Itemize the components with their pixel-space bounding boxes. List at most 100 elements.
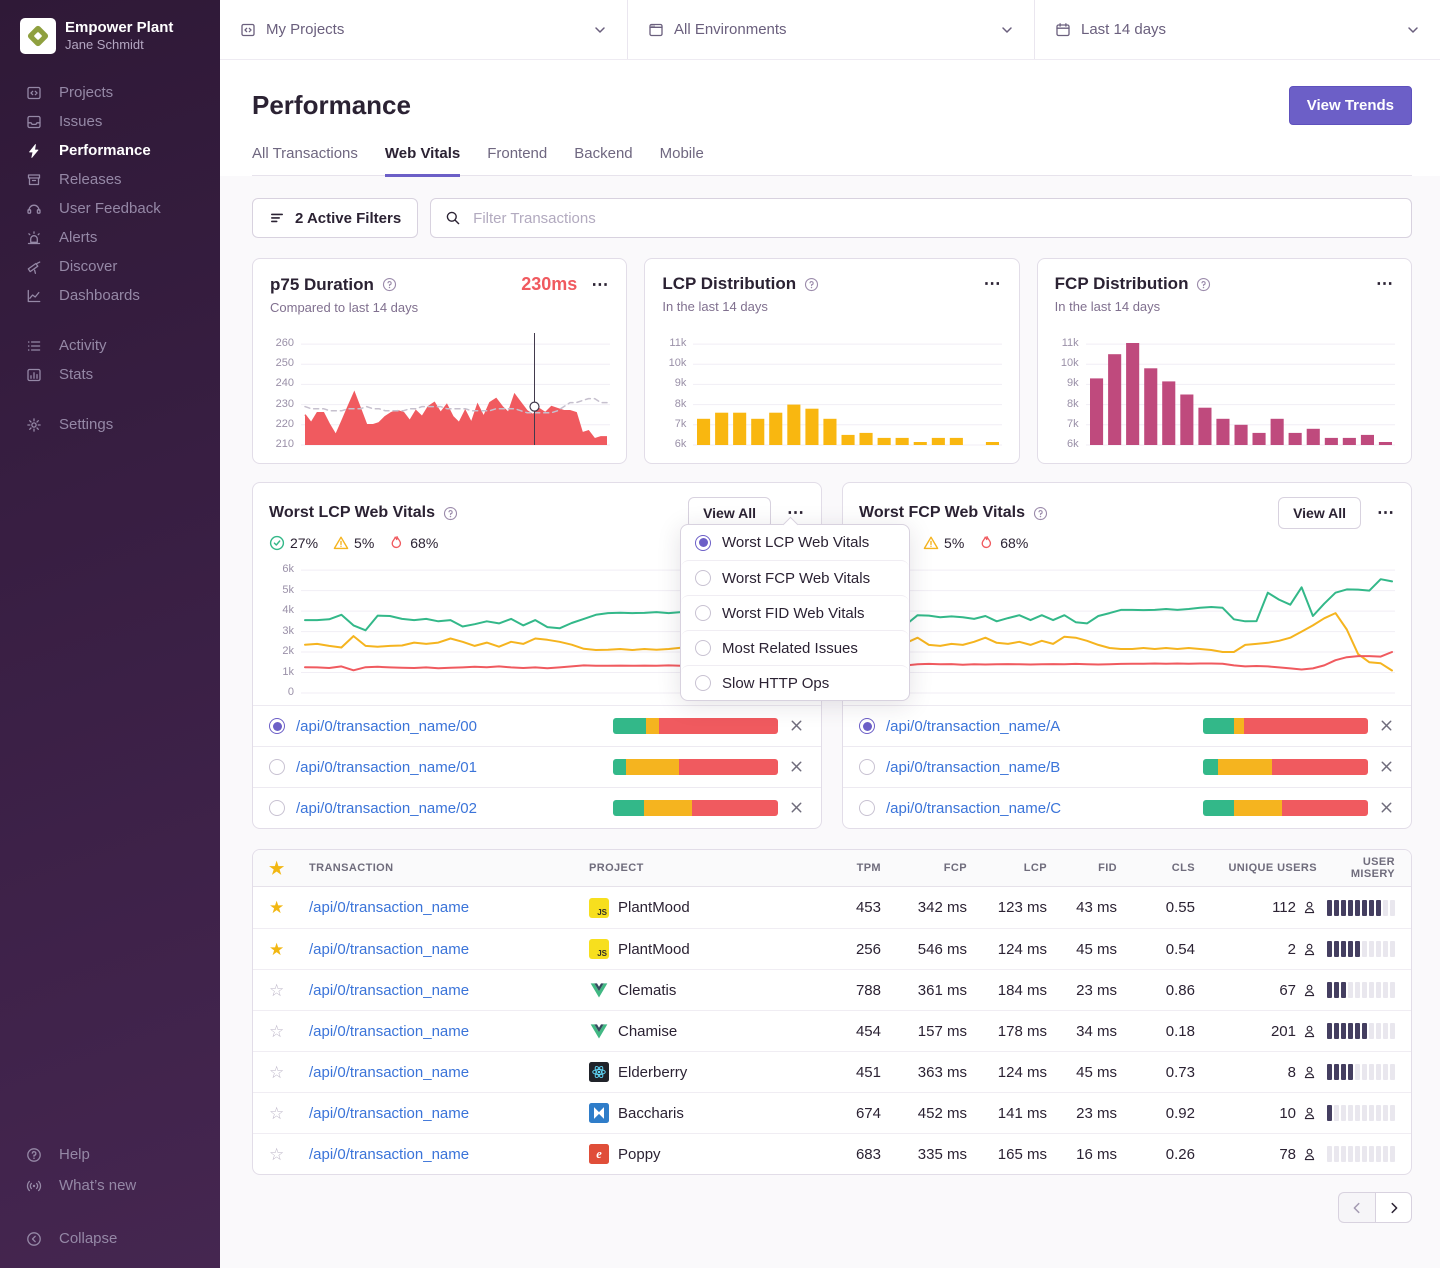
transaction-radio[interactable] <box>269 718 285 734</box>
menu-option-slow-http-ops[interactable]: Slow HTTP Ops <box>681 665 909 700</box>
tab-web-vitals[interactable]: Web Vitals <box>385 145 460 177</box>
badge-value: 27% <box>290 535 318 551</box>
sidebar-item-dashboards[interactable]: Dashboards <box>0 281 220 310</box>
tab-backend[interactable]: Backend <box>574 145 632 177</box>
sidebar-item-help[interactable]: Help <box>0 1139 220 1170</box>
menu-option-worst-fcp-web-vitals[interactable]: Worst FCP Web Vitals <box>681 560 909 595</box>
menu-option-worst-lcp-web-vitals[interactable]: Worst LCP Web Vitals <box>681 525 909 560</box>
sidebar-item-projects[interactable]: Projects <box>0 78 220 107</box>
menu-option-radio[interactable] <box>695 640 711 656</box>
star-toggle[interactable]: ★ <box>269 899 309 916</box>
close-icon[interactable] <box>1379 718 1395 734</box>
star-toggle[interactable]: ☆ <box>269 1064 309 1081</box>
close-icon[interactable] <box>789 759 805 775</box>
transaction-link[interactable]: /api/0/transaction_name/A <box>886 718 1060 735</box>
transaction-link[interactable]: /api/0/transaction_name <box>309 1146 589 1163</box>
close-icon[interactable] <box>789 718 805 734</box>
card-menu-button[interactable]: ⋯ <box>984 279 1002 289</box>
y-axis-label: 6k <box>1054 438 1079 450</box>
sidebar-collapse-button[interactable]: Collapse <box>0 1223 220 1254</box>
menu-option-radio[interactable] <box>695 605 711 621</box>
tab-all-transactions[interactable]: All Transactions <box>252 145 358 177</box>
environment-selector[interactable]: All Environments <box>628 0 1035 59</box>
transaction-link[interactable]: /api/0/transaction_name <box>309 1105 589 1122</box>
card-menu-button[interactable]: ⋯ <box>1376 279 1394 289</box>
project-cell: Clematis <box>589 980 815 1000</box>
help-circle-icon[interactable] <box>443 506 458 521</box>
star-toggle[interactable]: ☆ <box>269 1105 309 1122</box>
close-icon[interactable] <box>789 800 805 816</box>
transaction-link[interactable]: /api/0/transaction_name <box>309 1023 589 1040</box>
menu-option-radio[interactable] <box>695 675 711 691</box>
menu-option-worst-fid-web-vitals[interactable]: Worst FID Web Vitals <box>681 595 909 630</box>
table-row: ★ /api/0/transaction_name JSPlantMood 25… <box>253 928 1411 969</box>
card-menu-button[interactable]: ⋯ <box>591 280 609 290</box>
sidebar-item-settings[interactable]: Settings <box>0 410 220 439</box>
sidebar-item-activity[interactable]: Activity <box>0 331 220 360</box>
star-toggle[interactable]: ☆ <box>269 982 309 999</box>
y-axis-label: 230 <box>269 398 294 410</box>
sidebar-item-user-feedback[interactable]: User Feedback <box>0 194 220 223</box>
fcp-distribution-chartbox: 11k10k9k8k7k6k <box>1054 333 1395 451</box>
active-filters-button[interactable]: 2 Active Filters <box>252 198 418 238</box>
menu-option-radio[interactable] <box>695 570 711 586</box>
transaction-radio[interactable] <box>269 759 285 775</box>
y-axis-label: 11k <box>1054 337 1079 349</box>
star-toggle[interactable]: ☆ <box>269 1023 309 1040</box>
daterange-selector[interactable]: Last 14 days <box>1035 0 1440 59</box>
transaction-radio[interactable] <box>859 800 875 816</box>
help-circle-icon[interactable] <box>1033 506 1048 521</box>
close-icon[interactable] <box>1379 759 1395 775</box>
star-column-header-icon[interactable]: ★ <box>269 860 309 877</box>
unique-users-value: 67 <box>1279 982 1296 999</box>
transaction-radio[interactable] <box>269 800 285 816</box>
tpm-value: 454 <box>815 1023 881 1040</box>
card-menu-button[interactable]: ⋯ <box>1377 508 1395 518</box>
sidebar-item-issues[interactable]: Issues <box>0 107 220 136</box>
help-circle-icon[interactable] <box>382 277 397 292</box>
sidebar-item-performance[interactable]: Performance <box>0 136 220 165</box>
summary-cards-row: p75 Duration 230ms ⋯ Compared to last 14… <box>252 258 1412 464</box>
transaction-link[interactable]: /api/0/transaction_name <box>309 899 589 916</box>
help-circle-icon[interactable] <box>804 277 819 292</box>
tab-frontend[interactable]: Frontend <box>487 145 547 177</box>
sidebar-item-whats-new[interactable]: What’s new <box>0 1170 220 1201</box>
help-circle-icon[interactable] <box>1196 277 1211 292</box>
menu-option-radio[interactable] <box>695 535 711 551</box>
next-page-button[interactable] <box>1375 1192 1412 1223</box>
cls-value: 0.86 <box>1117 982 1195 999</box>
project-selector[interactable]: My Projects <box>220 0 628 59</box>
y-axis-label: 0 <box>269 686 294 698</box>
transaction-link[interactable]: /api/0/transaction_name/B <box>886 759 1060 776</box>
transaction-link[interactable]: /api/0/transaction_name/C <box>886 800 1061 817</box>
unique-users-cell: 2 <box>1195 941 1317 958</box>
view-trends-button[interactable]: View Trends <box>1289 86 1412 125</box>
card-title: Worst FCP Web Vitals <box>859 504 1025 522</box>
transaction-link[interactable]: /api/0/transaction_name <box>309 941 589 958</box>
star-toggle[interactable]: ★ <box>269 941 309 958</box>
sidebar-item-discover[interactable]: Discover <box>0 252 220 281</box>
fid-value: 43 ms <box>1047 899 1117 916</box>
org-switcher[interactable]: Empower Plant Jane Schmidt <box>0 18 220 54</box>
project-name: Baccharis <box>618 1105 684 1122</box>
transaction-radio[interactable] <box>859 718 875 734</box>
transaction-link[interactable]: /api/0/transaction_name/02 <box>296 800 477 817</box>
transaction-link[interactable]: /api/0/transaction_name <box>309 982 589 999</box>
y-axis-label: 9k <box>1054 377 1079 389</box>
previous-page-button[interactable] <box>1338 1192 1375 1223</box>
view-all-button[interactable]: View All <box>1278 497 1361 529</box>
projects-icon <box>240 22 256 38</box>
sidebar-item-releases[interactable]: Releases <box>0 165 220 194</box>
search-input[interactable] <box>471 209 1397 228</box>
sidebar-item-label: Projects <box>59 84 113 101</box>
tab-mobile[interactable]: Mobile <box>660 145 704 177</box>
sidebar-item-stats[interactable]: Stats <box>0 360 220 389</box>
menu-option-most-related-issues[interactable]: Most Related Issues <box>681 630 909 665</box>
transaction-link[interactable]: /api/0/transaction_name <box>309 1064 589 1081</box>
transaction-link[interactable]: /api/0/transaction_name/01 <box>296 759 477 776</box>
close-icon[interactable] <box>1379 800 1395 816</box>
sidebar-item-alerts[interactable]: Alerts <box>0 223 220 252</box>
transaction-link[interactable]: /api/0/transaction_name/00 <box>296 718 477 735</box>
transaction-radio[interactable] <box>859 759 875 775</box>
star-toggle[interactable]: ☆ <box>269 1146 309 1163</box>
